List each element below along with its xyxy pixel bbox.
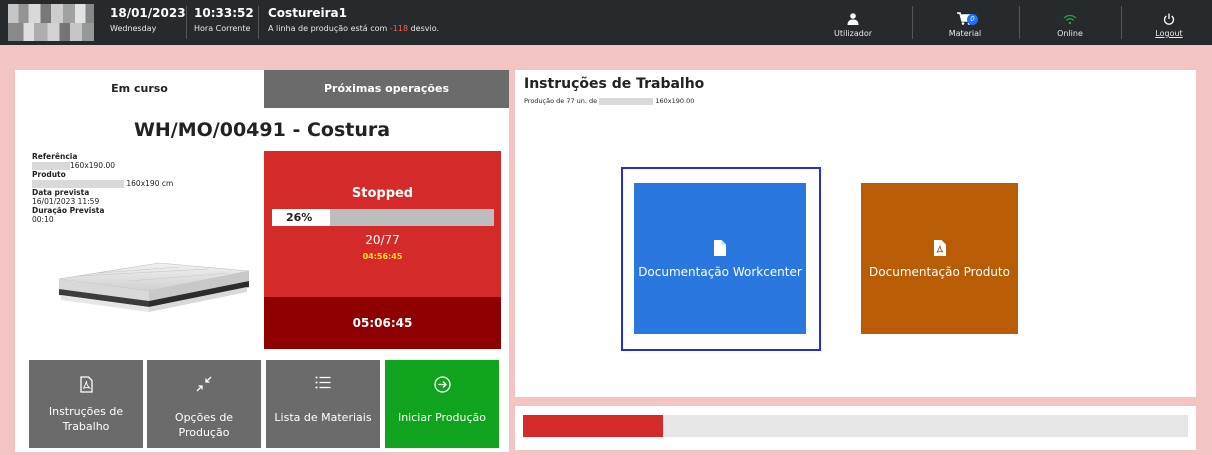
collapse-icon xyxy=(147,376,261,394)
divider xyxy=(186,6,187,39)
divider xyxy=(258,6,259,39)
material-list-label: Lista de Materiais xyxy=(274,411,372,424)
pdf-icon xyxy=(29,376,143,394)
material-count-badge: 0 xyxy=(967,14,978,25)
redacted-text xyxy=(32,162,70,170)
planned-duration-label: Duração Prevista xyxy=(32,206,105,215)
production-summary-value: 160x190.00 xyxy=(655,97,695,105)
product-documentation-button[interactable]: Documentação Produto xyxy=(861,183,1018,334)
tab-proximas-operacoes[interactable]: Próximas operações xyxy=(264,70,509,108)
production-progress-bar: 26% xyxy=(272,209,494,226)
online-label: Online xyxy=(1057,29,1083,38)
date-block: 18/01/2023 Wednesday xyxy=(110,6,186,33)
logout-label: Logout xyxy=(1155,29,1183,38)
production-options-button[interactable]: Opções de Produção xyxy=(147,360,261,448)
product-documentation-label: Documentação Produto xyxy=(869,265,1010,279)
planned-duration-value: 00:10 xyxy=(32,215,54,224)
company-logo xyxy=(8,4,94,41)
arrow-circle-right-icon xyxy=(385,376,499,394)
operation-timer: 05:06:45 xyxy=(264,297,501,349)
product-value: 160x190 cm xyxy=(126,179,174,188)
top-bar: 18/01/2023 Wednesday 10:33:52 Hora Corre… xyxy=(0,0,1212,45)
production-options-label: Opções de Produção xyxy=(174,411,234,439)
line-status-suffix: desvio. xyxy=(408,24,439,33)
material-button[interactable]: 0 Material xyxy=(930,0,1000,45)
logout-button[interactable]: Logout xyxy=(1134,0,1204,45)
list-icon xyxy=(266,376,380,394)
product-label: Produto xyxy=(32,170,66,179)
user-icon xyxy=(847,10,859,29)
line-deviation-value: -118 xyxy=(389,24,409,33)
product-value-row: 160x190 cm xyxy=(32,179,262,188)
work-instructions-title: Instruções de Trabalho xyxy=(524,76,705,92)
tab-em-curso[interactable]: Em curso xyxy=(15,70,264,108)
cart-icon: 0 xyxy=(957,10,978,29)
production-state: Stopped xyxy=(351,186,414,201)
work-instructions-panel: Instruções de Trabalho Produção de 77 un… xyxy=(515,70,1196,397)
line-status: A linha de produção está com -118 desvio… xyxy=(268,24,439,33)
production-status-card: Stopped 26% 20/77 04:56:45 xyxy=(264,151,501,297)
current-weekday: Wednesday xyxy=(110,24,157,33)
divider xyxy=(1121,6,1122,39)
order-details: Referência 160x190.00 Produto 160x190 cm… xyxy=(32,152,262,224)
current-time: 10:33:52 xyxy=(194,6,254,20)
due-date-label: Data prevista xyxy=(32,188,90,197)
workcenter-name: Costureira1 xyxy=(268,6,348,20)
workcenter-block: Costureira1 A linha de produção está com… xyxy=(268,6,439,33)
wifi-icon xyxy=(1063,10,1077,29)
product-image xyxy=(39,257,259,317)
material-list-button[interactable]: Lista de Materiais xyxy=(266,360,380,448)
start-production-label: Iniciar Produção xyxy=(397,411,487,424)
current-operation-panel: Em curso Próximas operações WH/MO/00491 … xyxy=(15,70,509,452)
overall-progress-fill xyxy=(523,415,663,437)
material-label: Material xyxy=(948,29,982,38)
pdf-icon xyxy=(861,240,1018,256)
elapsed-time: 04:56:45 xyxy=(362,252,403,261)
divider xyxy=(1019,6,1020,39)
reference-label: Referência xyxy=(32,152,78,161)
time-block: 10:33:52 Hora Corrente xyxy=(194,6,254,33)
bottom-progress-panel xyxy=(515,406,1196,450)
online-status: Online xyxy=(1035,0,1105,45)
user-label: Utilizador xyxy=(833,29,873,38)
file-icon xyxy=(634,240,806,256)
production-summary: Produção de 77 un. de 160x190.00 xyxy=(524,97,694,105)
production-summary-prefix: Produção de 77 un. de xyxy=(524,97,598,105)
production-progress-label: 26% xyxy=(286,211,313,224)
redacted-text xyxy=(32,180,124,188)
work-instructions-label: Instruções de Trabalho xyxy=(48,405,124,433)
due-date-value: 16/01/2023 11:59 xyxy=(32,197,100,206)
overall-progress-track xyxy=(523,415,1188,437)
redacted-text xyxy=(599,97,654,105)
manufacturing-order-title: WH/MO/00491 - Costura xyxy=(133,119,391,141)
user-button[interactable]: Utilizador xyxy=(818,0,888,45)
time-label: Hora Corrente xyxy=(194,24,251,33)
power-icon xyxy=(1163,10,1175,29)
start-production-button[interactable]: Iniciar Produção xyxy=(385,360,499,448)
reference-value: 160x190.00 xyxy=(70,161,115,170)
work-instructions-button[interactable]: Instruções de Trabalho xyxy=(29,360,143,448)
line-status-prefix: A linha de produção está com xyxy=(268,24,390,33)
produced-quantity: 20/77 xyxy=(365,233,400,247)
current-date: 18/01/2023 xyxy=(110,6,186,20)
workcenter-documentation-button[interactable]: Documentação Workcenter xyxy=(634,183,806,334)
workcenter-documentation-label: Documentação Workcenter xyxy=(638,265,802,279)
divider xyxy=(912,6,913,39)
reference-value-row: 160x190.00 xyxy=(32,161,262,170)
